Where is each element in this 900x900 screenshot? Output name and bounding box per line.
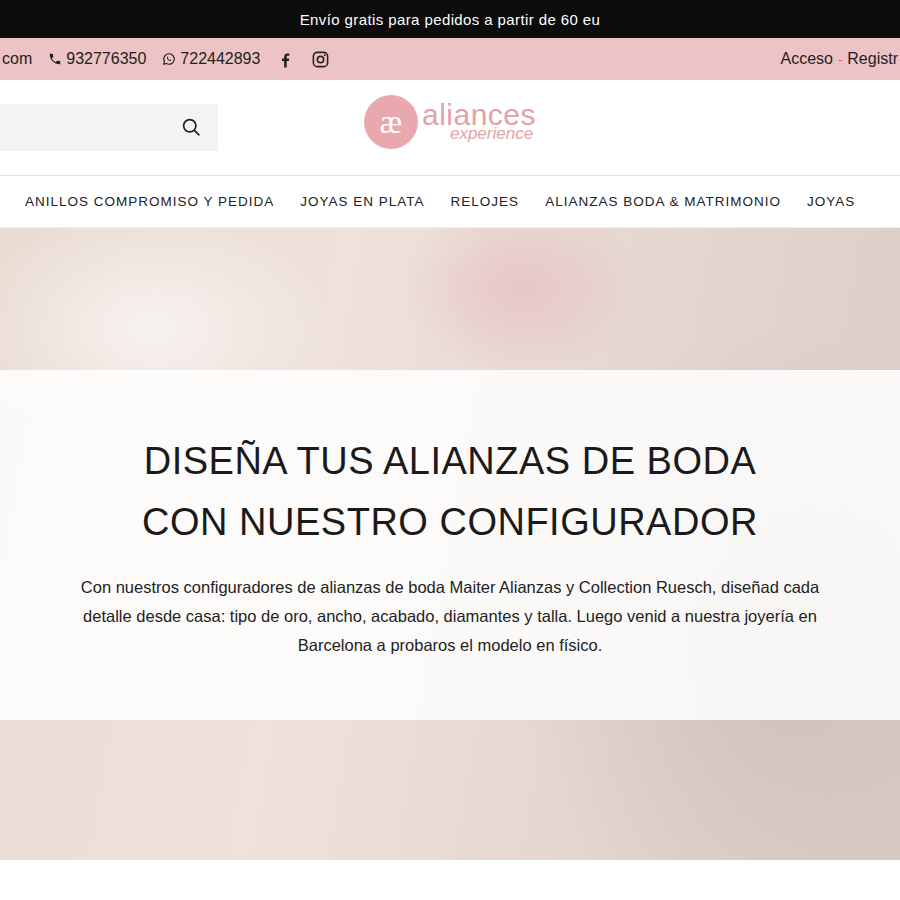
hero-text: Con nuestros configuradores de alianzas …: [70, 573, 830, 660]
main-nav: ANILLOS COMPROMISO Y PEDIDA JOYAS EN PLAT…: [0, 175, 900, 228]
announcement-bar: Envío gratis para pedidos a partir de 60…: [0, 0, 900, 38]
instagram-icon[interactable]: [311, 50, 330, 69]
nav-item[interactable]: JOYAS: [807, 194, 855, 209]
account-links: Acceso - Registr: [781, 50, 900, 68]
phone-link[interactable]: 932776350: [48, 50, 146, 68]
register-link[interactable]: Registr: [847, 50, 898, 68]
logo[interactable]: æ aliances experience: [364, 95, 536, 149]
hero-title: DISEÑA TUS ALIANZAS DE BODACON NUESTRO C…: [142, 431, 758, 553]
hero-photo: DISEÑA TUS ALIANZAS DE BODACON NUESTRO C…: [0, 228, 900, 860]
nav-item[interactable]: JOYAS EN PLATA: [300, 194, 424, 209]
nav-item[interactable]: ANILLOS COMPROMISO Y PEDIDA: [25, 194, 274, 209]
whatsapp-icon: [162, 52, 176, 66]
contact-list: com 932776350 722442893: [0, 50, 330, 69]
header: æ aliances experience: [0, 80, 900, 175]
logo-text: aliances experience: [422, 102, 536, 142]
page: Envío gratis para pedidos a partir de 60…: [0, 0, 900, 900]
hero-overlay: DISEÑA TUS ALIANZAS DE BODACON NUESTRO C…: [0, 370, 900, 720]
nav-item[interactable]: ALIANZAS BODA & MATRIMONIO: [545, 194, 781, 209]
announcement-text: Envío gratis para pedidos a partir de 60…: [300, 11, 601, 28]
separator: -: [838, 52, 842, 67]
phone-icon: [48, 52, 62, 66]
logo-monogram: æ: [364, 95, 418, 149]
search-field[interactable]: [0, 104, 218, 151]
contact-bar: com 932776350 722442893 Acceso - Registr: [0, 38, 900, 80]
email-link[interactable]: com: [2, 50, 32, 68]
search-icon[interactable]: [181, 117, 202, 138]
whatsapp-link[interactable]: 722442893: [162, 50, 260, 68]
login-link[interactable]: Acceso: [781, 50, 833, 68]
nav-item[interactable]: RELOJES: [451, 194, 520, 209]
facebook-icon[interactable]: [276, 50, 295, 69]
